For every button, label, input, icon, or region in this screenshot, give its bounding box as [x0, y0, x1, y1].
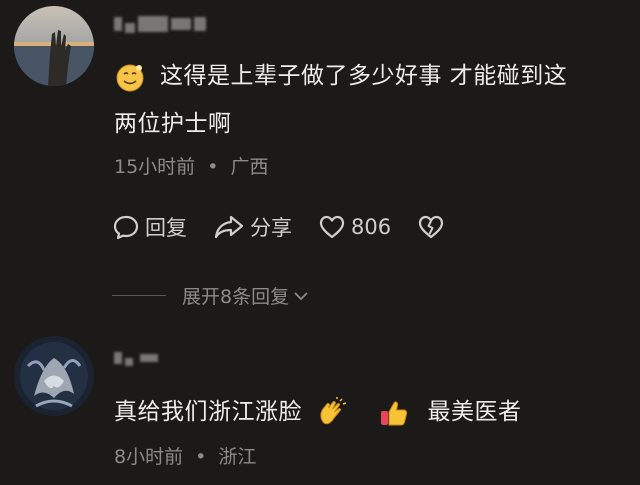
comment-text-2: 最美医者 — [427, 399, 522, 425]
comment-location: 广西 — [230, 156, 269, 178]
meta-separator: • — [207, 156, 219, 178]
meta-separator: • — [195, 446, 207, 468]
username[interactable] — [114, 14, 206, 34]
dislike-button[interactable] — [417, 213, 445, 241]
comment-text: 真给我们浙江涨脸 — [114, 399, 302, 425]
reply-button[interactable]: 回复 — [112, 212, 187, 242]
comment-meta: 15小时前 • 广西 — [114, 152, 269, 179]
like-button[interactable]: 806 — [318, 213, 391, 241]
comment-text-line-1: 这得是上辈子做了多少好事 才能碰到这 — [114, 60, 567, 93]
share-icon — [214, 215, 244, 239]
heart-icon — [319, 215, 345, 239]
comment-time: 15小时前 — [114, 156, 196, 178]
comment-text: 这得是上辈子做了多少好事 才能碰到这 — [160, 63, 568, 89]
comment-item-2: 真给我们浙江涨脸 最美医者 8小时前 • 浙江 — [0, 320, 640, 485]
reply-label: 回复 — [145, 216, 187, 240]
comment-meta: 8小时前 • 浙江 — [114, 442, 256, 469]
expand-replies-label: 展开8条回复 — [182, 286, 290, 308]
divider-line — [112, 295, 166, 296]
share-label: 分享 — [250, 216, 292, 240]
chevron-down-icon — [294, 291, 308, 300]
expand-replies-button[interactable]: 展开8条回复 — [112, 282, 310, 309]
share-button[interactable]: 分享 — [213, 212, 292, 242]
comment-location: 浙江 — [218, 446, 257, 468]
avatar-image — [14, 336, 94, 416]
username[interactable] — [114, 348, 158, 368]
smiley-emoji-icon — [116, 64, 144, 91]
like-count: 806 — [351, 215, 392, 239]
comment-icon — [113, 215, 139, 240]
comment-text-line-2: 两位护士啊 — [114, 111, 232, 137]
thumbs-up-emoji-icon — [380, 400, 407, 425]
comment-text-line-1: 真给我们浙江涨脸 最美医者 — [114, 396, 521, 429]
avatar[interactable] — [14, 336, 94, 416]
avatar[interactable] — [14, 6, 94, 86]
comment-actions: 回复 分享 806 — [112, 212, 471, 242]
comment-item-1: 这得是上辈子做了多少好事 才能碰到这 两位护士啊 15小时前 • 广西 回复 分… — [0, 0, 640, 320]
broken-heart-icon — [418, 215, 444, 239]
clap-emoji-icon — [320, 396, 347, 424]
comment-time: 8小时前 — [114, 446, 184, 468]
avatar-image — [14, 6, 94, 86]
